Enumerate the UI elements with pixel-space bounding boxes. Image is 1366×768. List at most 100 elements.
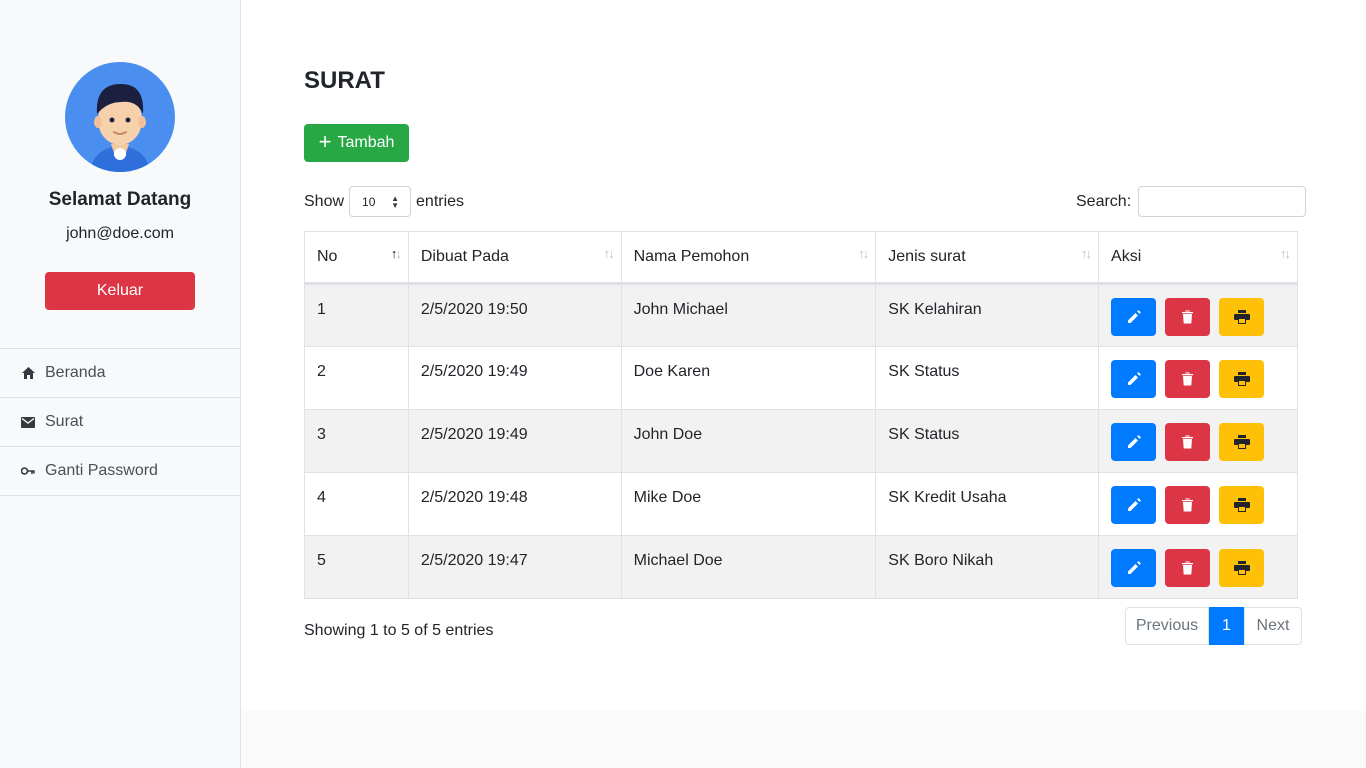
cell-type: SK Kelahiran: [875, 283, 1100, 347]
cell-no: 1: [304, 283, 409, 347]
action-buttons: [1111, 549, 1285, 587]
sort-icon: ↑↓: [1280, 246, 1291, 261]
avatar: [65, 62, 175, 172]
sort-icon: ↑↓: [1081, 246, 1092, 261]
edit-button[interactable]: [1111, 549, 1157, 587]
surat-table: No ↑↓ Dibuat Pada ↑↓ Nama Pemohon ↑↓ Jenis …: [304, 231, 1298, 599]
cell-actions: [1098, 346, 1298, 410]
table-row: 5 2/5/2020 19:47 Michael Doe SK Boro Nikah: [304, 535, 1298, 599]
cell-actions: [1098, 535, 1298, 599]
trash-icon: [1182, 372, 1194, 386]
pencil-icon: [1127, 310, 1141, 324]
page-length-select[interactable]: 10 ▲ ▼: [349, 186, 412, 217]
delete-button[interactable]: [1165, 298, 1211, 336]
pencil-icon: [1127, 435, 1141, 449]
sort-icon: ↑↓: [603, 246, 615, 261]
cell-name: Michael Doe: [620, 535, 877, 599]
page-length-control: Show 10 ▲ ▼ entries: [304, 186, 464, 217]
sort-icon: ↑↓: [858, 246, 869, 261]
sidebar-item-surat[interactable]: Surat: [0, 398, 240, 447]
sidebar-item-label: Surat: [45, 413, 84, 430]
home-icon: [21, 366, 35, 380]
cell-no: 5: [304, 535, 409, 599]
key-icon: [21, 464, 35, 478]
edit-button[interactable]: [1111, 486, 1157, 524]
cell-created: 2/5/2020 19:50: [407, 283, 622, 347]
cell-created: 2/5/2020 19:48: [407, 472, 622, 536]
cell-name: Mike Doe: [620, 472, 877, 536]
show-label: Show: [304, 192, 345, 210]
print-button[interactable]: [1219, 360, 1265, 398]
cell-created: 2/5/2020 19:47: [407, 535, 622, 599]
column-header-no[interactable]: No ↑↓: [304, 231, 409, 285]
delete-button[interactable]: [1165, 360, 1211, 398]
action-buttons: [1111, 423, 1285, 461]
print-button[interactable]: [1219, 298, 1265, 336]
table-row: 3 2/5/2020 19:49 John Doe SK Status: [304, 409, 1298, 473]
column-header-nama-pemohon[interactable]: Nama Pemohon ↑↓: [620, 231, 877, 285]
entries-label: entries: [416, 192, 465, 210]
table-row: 2 2/5/2020 19:49 Doe Karen SK Status: [304, 346, 1298, 410]
delete-button[interactable]: [1165, 486, 1211, 524]
cell-actions: [1098, 409, 1298, 473]
trash-icon: [1182, 310, 1194, 324]
printer-icon: [1233, 498, 1250, 512]
cell-no: 4: [304, 472, 409, 536]
trash-icon: [1182, 498, 1194, 512]
pencil-icon: [1127, 498, 1141, 512]
table-row: 1 2/5/2020 19:50 John Michael SK Kelahiran: [304, 283, 1298, 347]
print-button[interactable]: [1219, 486, 1265, 524]
trash-icon: [1182, 435, 1194, 449]
edit-button[interactable]: [1111, 298, 1157, 336]
action-buttons: [1111, 298, 1285, 336]
delete-button[interactable]: [1165, 423, 1211, 461]
cell-name: John Michael: [620, 283, 877, 347]
plus-icon: +: [318, 129, 332, 154]
search-label: Search:: [1076, 192, 1132, 210]
cell-created: 2/5/2020 19:49: [407, 346, 622, 410]
table-info: Showing 1 to 5 of 5 entries: [304, 622, 494, 639]
sidebar-item-ganti-password[interactable]: Ganti Password: [0, 447, 240, 496]
cell-no: 3: [304, 409, 409, 473]
pencil-icon: [1127, 372, 1141, 386]
select-arrows-icon: ▲ ▼: [391, 194, 400, 210]
sort-icon: ↑↓: [390, 246, 402, 261]
search-input[interactable]: [1138, 186, 1307, 217]
next-page-button[interactable]: Next: [1244, 607, 1302, 645]
print-button[interactable]: [1219, 549, 1265, 587]
pagination: Previous 1 Next: [1125, 607, 1302, 645]
pencil-icon: [1127, 561, 1141, 575]
column-label: Jenis surat: [888, 248, 966, 265]
column-header-aksi[interactable]: Aksi ↑↓: [1098, 231, 1298, 285]
trash-icon: [1182, 561, 1194, 575]
add-button[interactable]: + Tambah: [304, 124, 409, 162]
mail-icon: [21, 415, 35, 429]
page-title: SURAT: [304, 67, 385, 94]
page-length-value: 10: [362, 194, 376, 209]
user-avatar-icon: [90, 84, 150, 172]
column-header-jenis-surat[interactable]: Jenis surat ↑↓: [875, 231, 1100, 285]
sidebar: Selamat Datang john@doe.com Keluar Beran…: [0, 0, 241, 768]
cell-type: SK Boro Nikah: [875, 535, 1100, 599]
action-buttons: [1111, 486, 1285, 524]
cell-type: SK Status: [875, 409, 1100, 473]
sidebar-item-beranda[interactable]: Beranda: [0, 349, 240, 398]
print-button[interactable]: [1219, 423, 1265, 461]
cell-actions: [1098, 283, 1298, 347]
edit-button[interactable]: [1111, 423, 1157, 461]
cell-type: SK Kredit Usaha: [875, 472, 1100, 536]
edit-button[interactable]: [1111, 360, 1157, 398]
cell-name: John Doe: [620, 409, 877, 473]
cell-actions: [1098, 472, 1298, 536]
column-header-dibuat-pada[interactable]: Dibuat Pada ↑↓: [407, 231, 622, 285]
delete-button[interactable]: [1165, 549, 1211, 587]
previous-page-button[interactable]: Previous: [1125, 607, 1209, 645]
page-1-button[interactable]: 1: [1209, 607, 1244, 645]
action-buttons: [1111, 360, 1285, 398]
cell-name: Doe Karen: [620, 346, 877, 410]
sidebar-nav: Beranda Surat Ganti Password: [0, 348, 240, 496]
welcome-heading: Selamat Datang: [48, 189, 192, 210]
sidebar-item-label: Beranda: [45, 364, 106, 381]
add-button-label: Tambah: [337, 134, 395, 151]
logout-button[interactable]: Keluar: [45, 272, 195, 310]
